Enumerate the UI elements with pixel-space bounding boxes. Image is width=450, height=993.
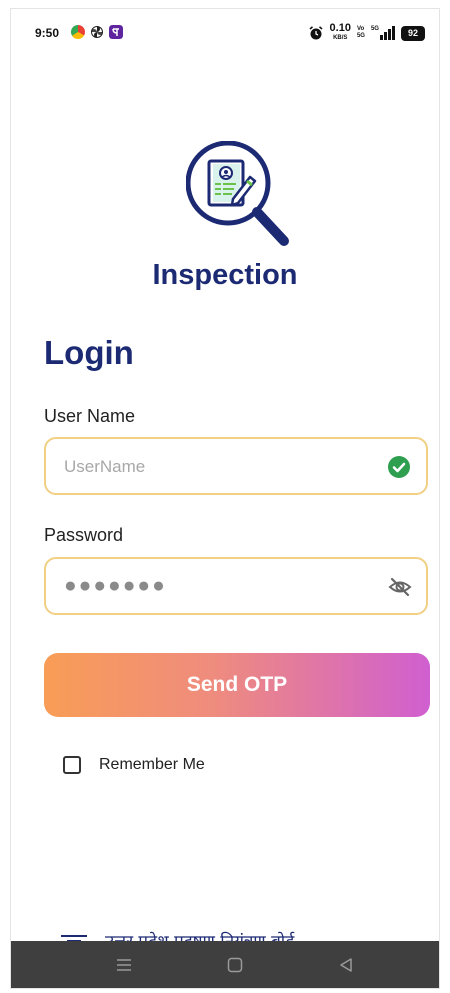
alarm-icon <box>309 26 323 40</box>
send-otp-button[interactable]: Send OTP <box>44 653 430 717</box>
status-time: 9:50 <box>35 26 60 40</box>
check-circle-icon <box>388 456 410 478</box>
phonepe-icon <box>109 25 123 39</box>
battery-indicator: 92 <box>400 25 425 41</box>
signal-icon: 5G <box>371 26 395 40</box>
menu-icon <box>117 958 131 971</box>
password-field[interactable]: ●●●●●●● <box>44 557 428 615</box>
menu-button[interactable] <box>94 941 154 988</box>
remember-checkbox[interactable] <box>63 756 81 774</box>
status-indicators: 0.10 KB/S Vo 5G 5G 92 <box>308 23 425 43</box>
username-input[interactable] <box>62 439 376 495</box>
system-nav-bar <box>11 941 439 988</box>
net-speed: 0.10 KB/S <box>329 22 351 42</box>
back-button[interactable] <box>316 941 376 988</box>
username-label: User Name <box>44 406 136 426</box>
password-label: Password <box>44 525 124 545</box>
eye-off-icon[interactable] <box>388 575 412 599</box>
inspection-logo-icon <box>186 141 289 246</box>
username-field-container <box>44 437 428 495</box>
chrome-icon <box>71 25 85 39</box>
app-screen: 9:50 0.10 KB/S Vo 5G 5G 92 Inspection Lo… <box>10 8 440 989</box>
remember-me-toggle[interactable]: Remember Me <box>63 756 205 774</box>
back-icon <box>340 957 352 972</box>
home-button[interactable] <box>205 941 265 988</box>
home-icon <box>227 957 243 972</box>
password-masked-value: ●●●●●●● <box>64 574 167 597</box>
login-heading: Login <box>44 334 134 371</box>
app-title: Inspection <box>152 259 298 291</box>
status-bar: 9:50 0.10 KB/S Vo 5G 5G 92 <box>11 9 439 55</box>
remember-me-label: Remember Me <box>99 756 205 773</box>
volte-indicator: Vo 5G <box>356 26 365 39</box>
pinwheel-icon <box>91 26 103 38</box>
